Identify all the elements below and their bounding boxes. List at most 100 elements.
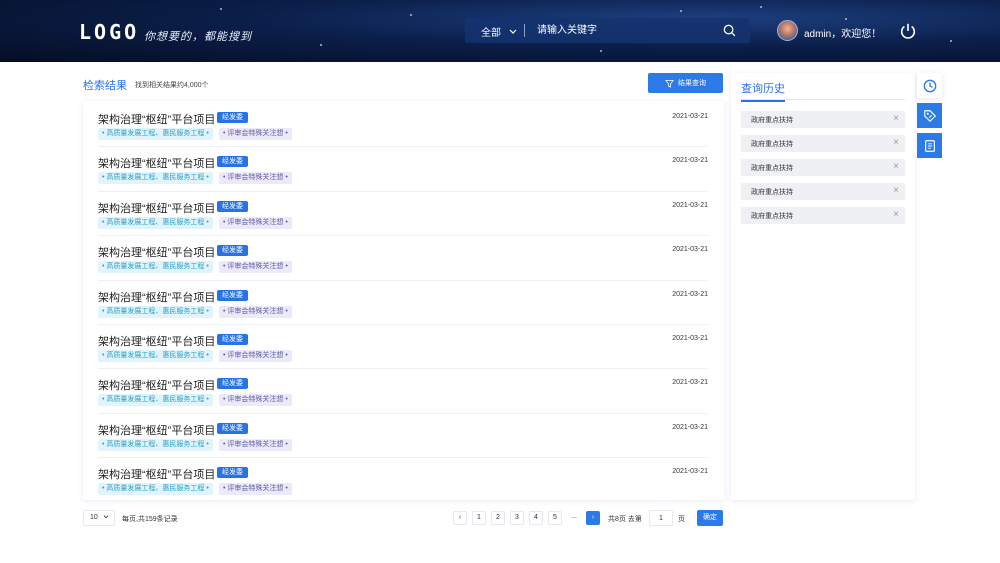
history-item-label[interactable]: 政府重点扶持 [751,163,793,173]
page-button[interactable]: 2 [491,511,505,525]
result-date: 2021-03-21 [672,113,708,120]
history-item[interactable]: 政府重点扶持 × [741,111,905,128]
result-date: 2021-03-21 [672,246,708,254]
result-date: 2021-03-21 [672,201,708,209]
page-info: 每页,共159条记录 [122,516,178,523]
result-date: 2021-03-21 [672,290,708,298]
result-title[interactable]: 架构治理“枢纽”平台项目 [98,466,215,482]
history-item[interactable]: 政府重点扶持 × [741,135,905,152]
chevron-down-icon [103,515,109,521]
search-icon[interactable] [723,24,736,37]
star-decoration [320,44,322,46]
list-item[interactable]: 架构治理“枢纽”平台项目 经发委 2021-03-21 • 高质量发展工程、惠民… [98,147,708,192]
result-date: 2021-03-21 [672,423,708,431]
history-item-label[interactable]: 政府重点扶持 [751,139,793,149]
results-title: 检索结果 [83,80,127,92]
filter-results-label: 结果查询 [678,80,706,87]
department-badge: 经发委 [217,112,248,123]
list-item[interactable]: 架构治理“枢纽”平台项目 经发委 2021-03-21 • 高质量发展工程、惠民… [98,414,708,459]
next-page-button[interactable]: › [586,511,600,525]
history-tool-button[interactable] [917,73,942,98]
result-title[interactable]: 架构治理“枢纽”平台项目 [98,422,215,438]
list-item[interactable]: 架构治理“枢纽”平台项目 经发委 2021-03-21 • 高质量发展工程、惠民… [98,369,708,414]
search-input[interactable] [537,22,707,39]
category-tag: • 高质量发展工程、惠民服务工程 • [98,483,213,496]
close-icon[interactable]: × [893,113,899,124]
attention-tag: • 评审会特殊关注想 • [219,128,292,140]
department-badge: 经发委 [217,245,248,257]
result-title[interactable]: 架构治理“枢纽”平台项目 [98,200,215,216]
result-title[interactable]: 架构治理“枢纽”平台项目 [98,333,215,349]
result-date: 2021-03-21 [672,379,708,387]
result-date: 2021-03-21 [672,334,708,342]
history-item[interactable]: 政府重点扶持 × [741,207,905,224]
star-decoration [680,10,682,12]
top-header: LOGO 你想要的，都能搜到 全部 admin，欢迎您！ [0,0,1000,62]
close-icon[interactable]: × [893,185,899,196]
page-ellipsis: ... [571,513,577,520]
category-tag: • 高质量发展工程、惠民服务工程 • [98,172,213,185]
prev-page-button[interactable]: ‹ [453,511,467,525]
department-badge: 经发委 [217,333,248,345]
tag-tool-button[interactable] [917,103,942,128]
list-item[interactable]: 架构治理“枢纽”平台项目 经发委 2021-03-21 • 高质量发展工程、惠民… [98,281,708,325]
page-button[interactable]: 3 [510,511,524,525]
star-decoration [950,40,952,42]
history-item-label[interactable]: 政府重点扶持 [751,187,793,197]
category-tag: • 高质量发展工程、惠民服务工程 • [98,438,213,451]
total-pages-text: 共8页 去第 [608,516,642,523]
department-badge: 经发委 [217,467,248,479]
result-title[interactable]: 架构治理“枢纽”平台项目 [98,155,215,171]
clock-icon [923,79,936,92]
department-badge: 经发委 [217,422,248,434]
results-list: 架构治理“枢纽”平台项目 经发委 2021-03-21 • 高质量发展工程、惠民… [98,103,708,503]
list-item[interactable]: 架构治理“枢纽”平台项目 经发委 2021-03-21 • 高质量发展工程、惠民… [98,103,708,148]
filter-icon [665,79,674,88]
result-date: 2021-03-21 [672,468,708,476]
result-title[interactable]: 架构治理“枢纽”平台项目 [98,111,215,127]
history-item[interactable]: 政府重点扶持 × [741,159,905,176]
logo[interactable]: LOGO [79,20,139,44]
page-button[interactable]: 1 [472,511,486,525]
confirm-button[interactable]: 确定 [697,510,723,526]
history-item[interactable]: 政府重点扶持 × [741,183,905,200]
search-scope-select[interactable]: 全部 [481,24,517,39]
list-item[interactable]: 架构治理“枢纽”平台项目 经发委 2021-03-21 • 高质量发展工程、惠民… [98,192,708,237]
page-jump-input[interactable] [649,510,673,526]
close-icon[interactable]: × [893,161,899,172]
result-date: 2021-03-21 [672,157,708,165]
star-decoration [220,8,222,10]
history-item-label[interactable]: 政府重点扶持 [751,115,793,125]
attention-tag: • 评审会特殊关注想 • [219,172,292,185]
search-scope-label: 全部 [481,28,501,39]
chevron-down-icon [509,27,517,37]
power-icon[interactable] [899,22,917,40]
department-badge: 经发委 [217,156,248,168]
page-button[interactable]: 5 [548,511,562,525]
list-item[interactable]: 架构治理“枢纽”平台项目 经发委 2021-03-21 • 高质量发展工程、惠民… [98,325,708,370]
page-size-value: 10 [90,514,98,521]
list-item[interactable]: 架构治理“枢纽”平台项目 经发委 2021-03-21 • 高质量发展工程、惠民… [98,458,708,502]
star-decoration [760,6,762,8]
list-item[interactable]: 架构治理“枢纽”平台项目 经发委 2021-03-21 • 高质量发展工程、惠民… [98,236,708,281]
result-title[interactable]: 架构治理“枢纽”平台项目 [98,289,215,305]
category-tag: • 高质量发展工程、惠民服务工程 • [98,349,213,362]
attention-tag: • 评审会特殊关注想 • [219,394,292,407]
avatar[interactable] [777,20,798,41]
page-button[interactable]: 4 [529,511,543,525]
document-tool-button[interactable] [917,133,942,158]
attention-tag: • 评审会特殊关注想 • [219,261,292,274]
page-size-select[interactable]: 10 [83,510,115,526]
star-decoration [410,14,412,16]
result-title[interactable]: 架构治理“枢纽”平台项目 [98,244,215,260]
close-icon[interactable]: × [893,209,899,220]
welcome-text: admin，欢迎您！ [804,29,882,40]
filter-results-button[interactable]: 结果查询 [648,73,723,93]
close-icon[interactable]: × [893,137,899,148]
history-item-label[interactable]: 政府重点扶持 [751,211,793,221]
result-title[interactable]: 架构治理“枢纽”平台项目 [98,377,215,393]
department-badge: 经发委 [217,378,248,390]
department-badge: 经发委 [217,289,248,301]
results-count: 找到相关结果约4,000个 [135,82,209,89]
star-decoration [845,18,847,20]
